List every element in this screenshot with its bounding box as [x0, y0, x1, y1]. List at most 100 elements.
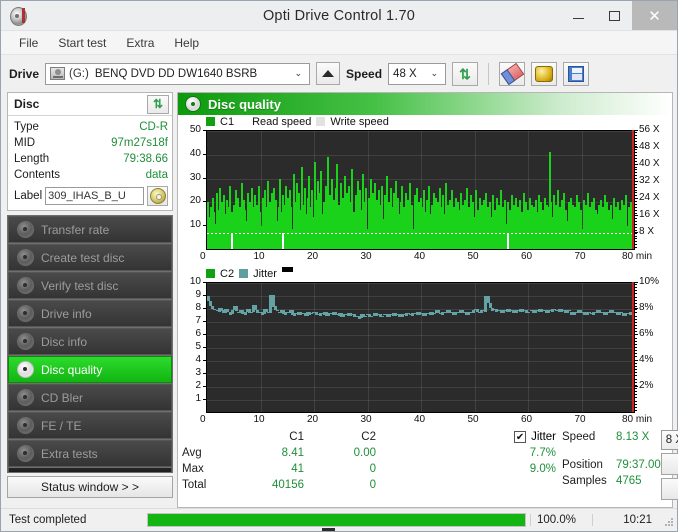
disc-icon [17, 445, 34, 462]
jitter-segment [370, 316, 373, 317]
x-axis-tick-label: 50 [467, 414, 479, 425]
y2-axis-minor-tick [635, 300, 637, 301]
disc-row-contents: Contents data [14, 167, 168, 183]
y2-axis-minor-tick [635, 227, 637, 228]
stats-key-avg: Avg [182, 447, 202, 459]
y2-axis-tick-label: 6% [639, 328, 654, 339]
sidebar-item-label: CD Bler [41, 390, 84, 405]
y2-axis-minor-tick [635, 297, 637, 298]
grid-line-h [207, 322, 635, 323]
y2-axis-minor-tick [635, 334, 637, 335]
sidebar-item-create-test-disc[interactable]: Create test disc [8, 244, 172, 271]
disc-row-mid: MID 97m27s18f [14, 135, 168, 151]
resize-grip-icon[interactable] [660, 513, 674, 527]
x-axis [206, 412, 635, 413]
y2-axis-tick-label: 10% [639, 276, 660, 287]
disc-key-contents: Contents [14, 169, 61, 181]
sidebar-item-extra-tests[interactable]: Extra tests [8, 440, 172, 467]
y2-axis-minor-tick [635, 375, 637, 376]
stats-avg-c2: 0.00 [353, 447, 376, 459]
save-button[interactable] [563, 61, 590, 86]
menu-item-extra[interactable]: Extra [118, 33, 162, 53]
speed-select[interactable]: 48 X ⌄ [388, 62, 447, 85]
disc-info-panel: Disc ⇅ Type CD-R MID 97m27s18f Length 79… [7, 92, 173, 211]
disc-label-button[interactable] [147, 186, 168, 206]
test-speed-select[interactable]: 8 X CLV ⌄ [660, 430, 678, 450]
start-part-button[interactable]: Start part [660, 478, 678, 500]
y2-axis-minor-tick [635, 169, 637, 170]
sidebar-item-disc-info[interactable]: Disc info [8, 328, 172, 355]
y2-axis-tick-label: 4% [639, 354, 654, 365]
sidebar-item-label: Transfer rate [41, 222, 110, 237]
jitter-segment [527, 312, 530, 313]
y2-axis-minor-tick [635, 175, 637, 176]
c1-chart-frame[interactable]: 10 20 30 40 50 8 X 16 X 24 X 32 X 40 X 48 X 56 X 0 10… [180, 125, 670, 265]
sidebar-item-fe-te[interactable]: FE / TE [8, 412, 172, 439]
y2-axis-minor-tick [635, 187, 637, 188]
status-window-button[interactable]: Status window > > [7, 476, 173, 498]
disc-refresh-button[interactable]: ⇅ [147, 94, 169, 114]
y2-axis-minor-tick [635, 369, 637, 370]
disc-label-key: Label [14, 190, 43, 202]
y2-axis-minor-tick [635, 350, 637, 351]
disc-label-input[interactable]: 309_IHAS_B_U [45, 187, 144, 205]
y2-axis-minor-tick [635, 155, 637, 156]
start-full-button[interactable]: Start full [660, 453, 678, 475]
sidebar-item-transfer-rate[interactable]: Transfer rate [8, 216, 172, 243]
grid-line-h [207, 131, 635, 132]
x-axis-tick-label: 80 min [622, 414, 653, 425]
progress-bar [147, 513, 526, 527]
y-axis-tick [203, 334, 206, 335]
y2-axis-minor-tick [635, 394, 637, 395]
y2-axis-minor-tick [635, 236, 637, 237]
erase-button[interactable] [499, 61, 526, 86]
settings-button[interactable] [531, 61, 558, 86]
y-axis-tick [203, 295, 206, 296]
menu-item-file[interactable]: File [11, 33, 46, 53]
sidebar-item-verify-test-disc[interactable]: Verify test disc [8, 272, 172, 299]
y2-axis-minor-tick [635, 290, 637, 291]
sidebar-item-disc-quality[interactable]: Disc quality [8, 356, 172, 383]
y2-axis-minor-tick [635, 152, 637, 153]
menu-bar: File Start test Extra Help [1, 31, 677, 55]
y-axis-tick [203, 347, 206, 348]
sidebar-item-cd-bler[interactable]: CD Bler [8, 384, 172, 411]
disc-panel-header: Disc ⇅ [8, 93, 172, 116]
drive-select[interactable]: (G:) BENQ DVD DD DW1640 BSRB ⌄ [45, 62, 311, 85]
sidebar-item-label: Extra tests [41, 446, 98, 461]
x-axis-tick-label: 60 [521, 414, 533, 425]
y2-axis-tick [635, 282, 638, 283]
refresh-button[interactable]: ⇅ [452, 61, 479, 86]
grid-line-h [207, 283, 635, 284]
menu-item-help[interactable]: Help [166, 33, 207, 53]
y2-axis-minor-tick [635, 322, 637, 323]
legend-swatch-write-speed [316, 117, 326, 126]
y-axis-tick [203, 386, 206, 387]
stats-max-c1: 41 [291, 463, 304, 475]
disc-icon [17, 333, 34, 350]
y2-axis-minor-tick [635, 215, 637, 216]
sidebar-item-label: Verify test disc [41, 278, 119, 293]
grid-line-h [207, 155, 635, 156]
c2-jitter-chart-frame[interactable]: 1 2 3 4 5 6 7 8 9 10 2% 4% 6% 8% 10% 0 10 20 30 40 50 60 70 80 … [180, 276, 670, 428]
jitter-stats: ✔ Jitter 7.7% 9.0% [452, 429, 556, 507]
jitter-checkbox[interactable]: ✔ [514, 431, 527, 443]
sidebar-item-label: Drive info [41, 306, 92, 321]
x-axis-tick-label: 40 [414, 414, 426, 425]
jitter-segment [472, 310, 475, 313]
y-axis-tick [203, 154, 206, 155]
y2-axis-minor-tick [635, 146, 637, 147]
menu-item-start-test[interactable]: Start test [50, 33, 114, 53]
y2-axis-minor-tick [635, 204, 637, 205]
y2-axis-minor-tick [635, 341, 637, 342]
eraser-icon [500, 62, 524, 85]
sidebar-item-drive-info[interactable]: Drive info [8, 300, 172, 327]
legend-label-c1: C1 [220, 115, 235, 128]
sidebar-item-label: FE / TE [41, 418, 82, 433]
y2-axis-minor-tick [635, 366, 637, 367]
eject-button[interactable] [316, 62, 341, 531]
y2-axis-minor-tick [635, 363, 637, 364]
y2-axis-minor-tick [635, 410, 637, 411]
status-bar: Test completed 100.0% 10:21 [1, 508, 677, 531]
c2-jitter-chart-block: C2 Jitter 1 2 3 4 5 6 7 8 9 10 2% 4% 6% 8% 10% 0 10 20 30 4… [180, 267, 670, 428]
